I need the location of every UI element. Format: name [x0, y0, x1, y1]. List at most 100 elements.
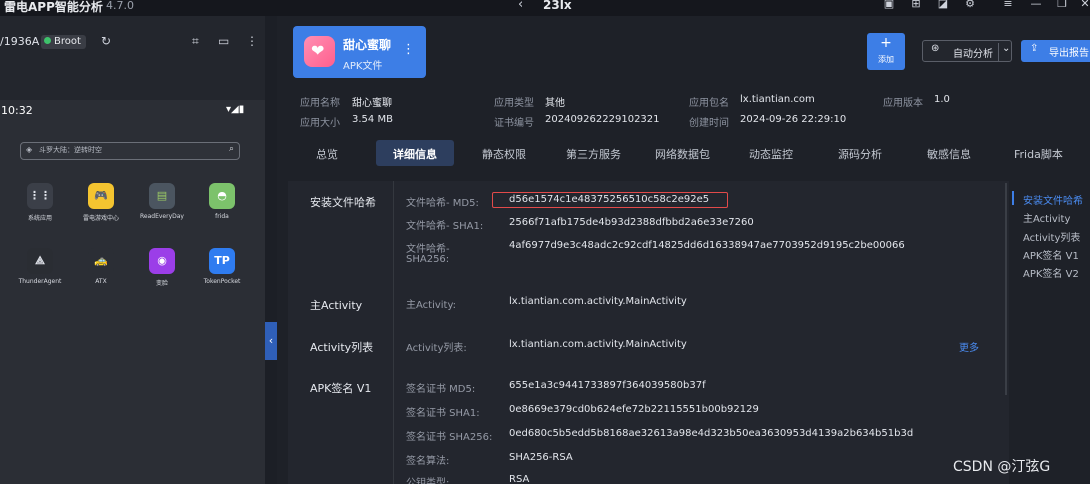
tab-overview[interactable]: 总览: [316, 146, 338, 162]
refresh-icon[interactable]: ↻: [101, 34, 111, 48]
sign-sha256-value[interactable]: 0ed680c5b5edd5b8168ae32613a98e4d323b50ea…: [509, 428, 913, 439]
root-label: Broot: [54, 36, 81, 47]
sign-sha256-label: 签名证书 SHA256:: [406, 432, 493, 443]
tab-details[interactable]: 详细信息: [393, 146, 437, 162]
phone-app-label: ThunderAgent: [18, 278, 62, 285]
value-size: 3.54 MB: [352, 114, 393, 125]
phone-app-label: 变脸: [155, 280, 168, 287]
root-status-dot-icon: [44, 37, 51, 44]
gamepad-icon: ◈: [26, 145, 33, 154]
tab-network[interactable]: 网络数据包: [655, 146, 710, 162]
sign-sha1-value[interactable]: 0e8669e379cd0b624efe72b22115551b00b92129: [509, 404, 759, 415]
phone-search-bar[interactable]: ◈ 斗罗大陆：逆转时空 ⌕: [20, 142, 240, 160]
value-package: lx.tiantian.com: [740, 94, 815, 105]
tab-third-party[interactable]: 第三方服务: [566, 146, 621, 162]
device-id: /1936A: [0, 35, 40, 48]
label-package: 应用包名: [689, 98, 729, 109]
phone-app-label: 系统应用: [27, 215, 52, 222]
value-created: 2024-09-26 22:29:10: [740, 114, 847, 125]
collapse-panel-button[interactable]: ‹: [265, 322, 277, 360]
side-nav-apk-sign-v1[interactable]: APK签名 V1: [1023, 247, 1079, 262]
more-link[interactable]: 更多: [959, 339, 979, 354]
phone-app-icon[interactable]: ◉: [149, 248, 175, 274]
phone-app-label: TokenPocket: [203, 278, 241, 285]
tab-static-permissions[interactable]: 静态权限: [482, 146, 526, 162]
back-chevron-icon[interactable]: ‹: [518, 0, 523, 12]
sign-algo-value[interactable]: SHA256-RSA: [509, 452, 573, 463]
phone-app-icon[interactable]: 🎮: [88, 183, 114, 209]
sha1-value[interactable]: 2566f71afb175de4b93d2388dfbbd2a6e33e7260: [509, 217, 754, 228]
export-report-button[interactable]: ⇪ 导出报告: [1021, 40, 1090, 62]
side-nav-main-activity[interactable]: 主Activity: [1023, 210, 1070, 225]
menu-icon[interactable]: ≡: [1001, 0, 1015, 11]
side-nav-hash[interactable]: 安装文件哈希: [1023, 192, 1083, 207]
md5-label: 文件哈希- MD5:: [406, 198, 479, 209]
phone-app-label: ReadEveryDay: [140, 213, 184, 220]
app-card-kind: APK文件: [343, 61, 383, 72]
section-apk-sign-v1-title: APK签名 V1: [310, 382, 372, 395]
highlight-box: [492, 192, 728, 208]
search-icon: ⌕: [228, 144, 234, 154]
sign-keytype-value[interactable]: RSA: [509, 474, 529, 484]
project-title: 23lx: [543, 0, 572, 12]
section-main-activity-title: 主Activity: [310, 299, 363, 312]
close-icon[interactable]: ✕: [1078, 0, 1090, 11]
phone-app-icon[interactable]: ◓: [209, 183, 235, 209]
phone-app-icon[interactable]: 🚕: [88, 248, 114, 274]
crop-icon[interactable]: ⌗: [192, 34, 199, 49]
more-vertical-icon[interactable]: ⋮: [246, 34, 258, 48]
sign-keytype-label: 公钥类型:: [406, 478, 450, 484]
root-badge: Broot: [41, 35, 86, 49]
app-version: 4.7.0: [106, 0, 134, 12]
export-label: 导出报告: [1049, 48, 1089, 59]
add-button[interactable]: + 添加: [867, 33, 905, 70]
ai-icon[interactable]: ▣: [882, 0, 896, 11]
watermark: CSDN @汀弦G: [953, 459, 1051, 475]
sha1-label: 文件哈希- SHA1:: [406, 221, 484, 232]
main-activity-label: 主Activity:: [406, 300, 457, 311]
sha256-label-line2: SHA256:: [406, 254, 450, 265]
phone-app-icon[interactable]: ⟁: [27, 248, 53, 274]
upload-icon: ⇪: [1030, 43, 1039, 54]
analyze-icon: ⊛: [931, 43, 940, 54]
section-hash-title: 安装文件哈希: [310, 196, 376, 209]
status-time: 10:32: [1, 104, 33, 117]
plus-icon: +: [880, 35, 892, 51]
activity-list-label: Activity列表:: [406, 343, 467, 354]
chevron-down-icon[interactable]: ⌄: [998, 43, 1010, 61]
maximize-icon[interactable]: ❐: [1055, 0, 1069, 11]
label-cert-no: 证书编号: [494, 118, 534, 129]
minimize-icon[interactable]: —: [1029, 0, 1043, 11]
tab-sensitive[interactable]: 敏感信息: [927, 146, 971, 162]
chart-icon[interactable]: ◪: [936, 0, 950, 11]
tab-frida[interactable]: Frida脚本: [1014, 146, 1063, 162]
title-bar: 雷电APP智能分析 4.7.0 ‹ 23lx ▣ ⊞ ◪ ⚙ ≡ — ❐ ✕: [0, 0, 1090, 16]
phone-app-icon[interactable]: ▤: [149, 183, 175, 209]
phone-app-icon[interactable]: TP: [209, 248, 235, 274]
content-divider: [393, 181, 394, 484]
gear-icon[interactable]: ⚙: [963, 0, 977, 11]
tool-icon[interactable]: ⊞: [909, 0, 923, 11]
side-nav-apk-sign-v2[interactable]: APK签名 V2: [1023, 265, 1079, 280]
main-activity-value[interactable]: lx.tiantian.com.activity.MainActivity: [509, 296, 687, 307]
activity-list-value[interactable]: lx.tiantian.com.activity.MainActivity: [509, 339, 687, 350]
more-vertical-icon[interactable]: ⋮: [402, 42, 415, 57]
label-version: 应用版本: [883, 98, 923, 109]
phone-app-label: frida: [215, 213, 229, 220]
phone-app-icon[interactable]: ⋮⋮: [27, 183, 53, 209]
auto-analyze-label: 自动分析: [953, 49, 993, 60]
sign-algo-label: 签名算法:: [406, 456, 450, 467]
side-nav-activity-list[interactable]: Activity列表: [1023, 229, 1080, 244]
phone-app-label: ATX: [95, 278, 107, 285]
label-app-name: 应用名称: [300, 98, 340, 109]
record-icon[interactable]: ▭: [218, 34, 229, 48]
tab-dynamic[interactable]: 动态监控: [749, 146, 793, 162]
sign-md5-value[interactable]: 655e1a3c9441733897f364039580b37f: [509, 380, 706, 391]
auto-analyze-button[interactable]: ⊛ 自动分析 ⌄: [922, 40, 1012, 62]
value-app-type: 其他: [545, 98, 565, 109]
sha256-value[interactable]: 4af6977d9e3c48adc2c92cdf14825dd6d1633894…: [509, 240, 905, 251]
tab-source[interactable]: 源码分析: [838, 146, 882, 162]
status-icons: ▾◢▮: [226, 104, 245, 115]
label-created: 创建时间: [689, 118, 729, 129]
add-label: 添加: [878, 55, 894, 64]
